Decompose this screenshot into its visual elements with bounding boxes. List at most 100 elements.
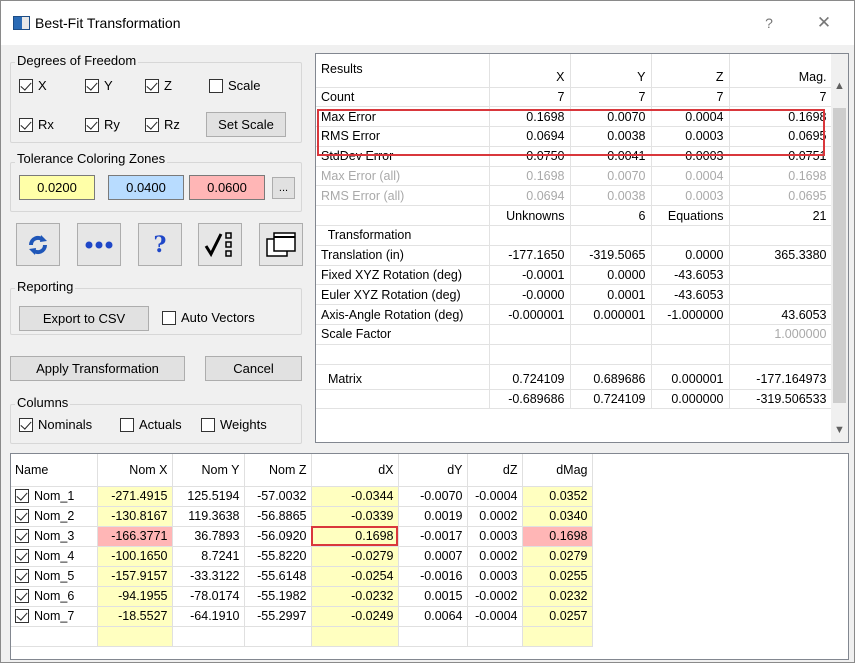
table-cell: -0.0344 xyxy=(311,486,399,507)
weights-box[interactable] xyxy=(201,417,215,432)
results-cell: -43.6053 xyxy=(651,284,730,306)
results-row: Max Error (all) 0.1698 0.0070 0.0004 0.1698 xyxy=(316,166,833,187)
table-cell: -57.0032 xyxy=(244,486,312,507)
dof-x-checkbox[interactable]: X xyxy=(19,78,47,93)
table-cell: -0.0004 xyxy=(467,486,523,507)
results-cell: 0.0003 xyxy=(651,146,730,167)
dof-scale-label: Scale xyxy=(228,78,261,93)
row-checkbox[interactable] xyxy=(15,609,29,623)
table-row[interactable]: Nom_6 -94.1955 -78.0174 -55.1982 -0.0232 0.00… xyxy=(11,586,593,607)
columns-label: Columns xyxy=(15,395,71,410)
table-row[interactable]: Nom_3 -166.3771 36.7893 -56.0920 0.1698 -0.00… xyxy=(11,526,593,547)
tolerance-zone-1[interactable]: 0.0200 xyxy=(19,175,95,200)
checkbox-z-box[interactable] xyxy=(145,78,159,93)
close-button[interactable]: ✕ xyxy=(809,11,839,35)
table-row[interactable]: Nom_2 -130.8167 119.3638 -56.8865 -0.0339 0.0… xyxy=(11,506,593,527)
column-header[interactable]: Nom Y xyxy=(172,454,245,487)
results-cell: 0.0000 xyxy=(651,245,730,266)
results-row-label: Transformation xyxy=(316,225,490,246)
table-cell: -0.0016 xyxy=(398,566,468,587)
checkbox-rx-box[interactable] xyxy=(19,117,33,132)
weights-checkbox[interactable]: Weights xyxy=(201,417,267,432)
table-row[interactable]: Nom_5 -157.9157 -33.3122 -55.6148 -0.0254 -0.… xyxy=(11,566,593,587)
set-scale-button[interactable]: Set Scale xyxy=(206,112,286,137)
table-cell: -0.0070 xyxy=(398,486,468,507)
column-header[interactable]: dMag xyxy=(522,454,593,487)
windows-button[interactable] xyxy=(259,223,303,266)
dof-rx-label: Rx xyxy=(38,117,54,132)
refresh-button[interactable] xyxy=(16,223,60,266)
results-scrollbar[interactable]: ▲ ▼ xyxy=(831,54,848,442)
column-header[interactable]: dY xyxy=(398,454,468,487)
dof-y-checkbox[interactable]: Y xyxy=(85,78,113,93)
row-checkbox[interactable] xyxy=(15,549,29,563)
row-checkbox[interactable] xyxy=(15,589,29,603)
nominals-table: Name Nom X Nom Y Nom ZdX dY dZ dMag Nom_1 -271.… xyxy=(11,454,593,647)
results-cell xyxy=(570,324,652,345)
tolerance-zone-2[interactable]: 0.0400 xyxy=(108,175,184,200)
actuals-box[interactable] xyxy=(120,417,134,432)
row-name: Nom_2 xyxy=(15,509,93,523)
row-checkbox[interactable] xyxy=(15,529,29,543)
row-checkbox[interactable] xyxy=(15,489,29,503)
table-row[interactable]: Nom_7 -18.5527 -64.1910 -55.2997 -0.0249 0.00… xyxy=(11,606,593,627)
checkbox-ry-box[interactable] xyxy=(85,117,99,132)
table-cell: -55.6148 xyxy=(244,566,312,587)
table-cell: 0.0002 xyxy=(467,506,523,527)
results-cell: 0.0695 xyxy=(729,185,833,207)
scroll-up-arrow-icon[interactable]: ▲ xyxy=(831,78,848,95)
table-cell xyxy=(244,626,312,647)
results-grid[interactable]: Results X Y Z Mag. Count 7 7 7 7 Max Error 0.1698 0.… xyxy=(315,53,849,443)
check-list-button[interactable] xyxy=(198,223,242,266)
export-csv-button[interactable]: Export to CSV xyxy=(19,306,149,331)
results-cell: 0.689686 xyxy=(570,364,652,390)
dof-x-label: X xyxy=(38,78,47,93)
row-name-cell: Nom_1 xyxy=(11,486,98,507)
checkbox-x-box[interactable] xyxy=(19,78,33,93)
row-checkbox[interactable] xyxy=(15,569,29,583)
column-header[interactable]: dZ xyxy=(467,454,523,487)
nominals-box[interactable] xyxy=(19,417,33,432)
help-button[interactable]: ? xyxy=(756,11,782,35)
auto-vectors-checkbox[interactable]: Auto Vectors xyxy=(162,310,255,325)
dof-scale-checkbox[interactable]: Scale xyxy=(209,78,261,93)
nominals-grid[interactable]: Name Nom X Nom Y Nom ZdX dY dZ dMag Nom_1 -271.… xyxy=(10,453,849,660)
tolerance-more-button[interactable]: ... xyxy=(272,177,295,199)
results-cell: 0.1698 xyxy=(489,106,571,128)
dof-rz-checkbox[interactable]: Rz xyxy=(145,117,180,132)
checkbox-scale-box[interactable] xyxy=(209,78,223,93)
dof-rx-checkbox[interactable]: Rx xyxy=(19,117,54,132)
dof-z-checkbox[interactable]: Z xyxy=(145,78,172,93)
more-options-button[interactable] xyxy=(77,223,121,266)
checkbox-y-box[interactable] xyxy=(85,78,99,93)
auto-vectors-box[interactable] xyxy=(162,310,176,325)
results-cell xyxy=(651,225,730,246)
results-cell xyxy=(489,225,571,246)
dof-ry-checkbox[interactable]: Ry xyxy=(85,117,120,132)
column-header[interactable]: Nom Z xyxy=(244,454,312,487)
apply-transformation-button[interactable]: Apply Transformation xyxy=(10,356,185,381)
column-header[interactable]: Name xyxy=(11,454,98,487)
scroll-down-arrow-icon[interactable]: ▼ xyxy=(831,422,848,439)
scroll-thumb[interactable] xyxy=(833,108,846,403)
results-cell: 1.000000 xyxy=(729,324,833,345)
table-cell: -0.0004 xyxy=(467,606,523,627)
table-row[interactable]: Nom_1 -271.4915 125.5194 -57.0032 -0.0344 -0.… xyxy=(11,486,593,507)
column-header[interactable]: Nom X xyxy=(97,454,173,487)
row-name-cell: Nom_3 xyxy=(11,526,98,547)
tolerance-zone-3[interactable]: 0.0600 xyxy=(189,175,265,200)
row-checkbox[interactable] xyxy=(15,509,29,523)
nominals-checkbox[interactable]: Nominals xyxy=(19,417,92,432)
help-question-button[interactable]: ? xyxy=(138,223,182,266)
checkbox-rz-box[interactable] xyxy=(145,117,159,132)
title-bar: Best-Fit Transformation ? ✕ xyxy=(1,1,854,45)
refresh-icon xyxy=(28,234,48,255)
row-name-cell: Nom_6 xyxy=(11,586,98,607)
column-header[interactable]: dX xyxy=(311,454,399,487)
table-row[interactable]: Nom_4 -100.1650 8.7241 -55.8220 -0.0279 0.000… xyxy=(11,546,593,567)
reporting-label: Reporting xyxy=(15,279,76,294)
actuals-checkbox[interactable]: Actuals xyxy=(120,417,182,432)
table-cell: -64.1910 xyxy=(172,606,245,627)
cancel-button[interactable]: Cancel xyxy=(205,356,302,381)
row-name: Nom_1 xyxy=(15,489,93,503)
